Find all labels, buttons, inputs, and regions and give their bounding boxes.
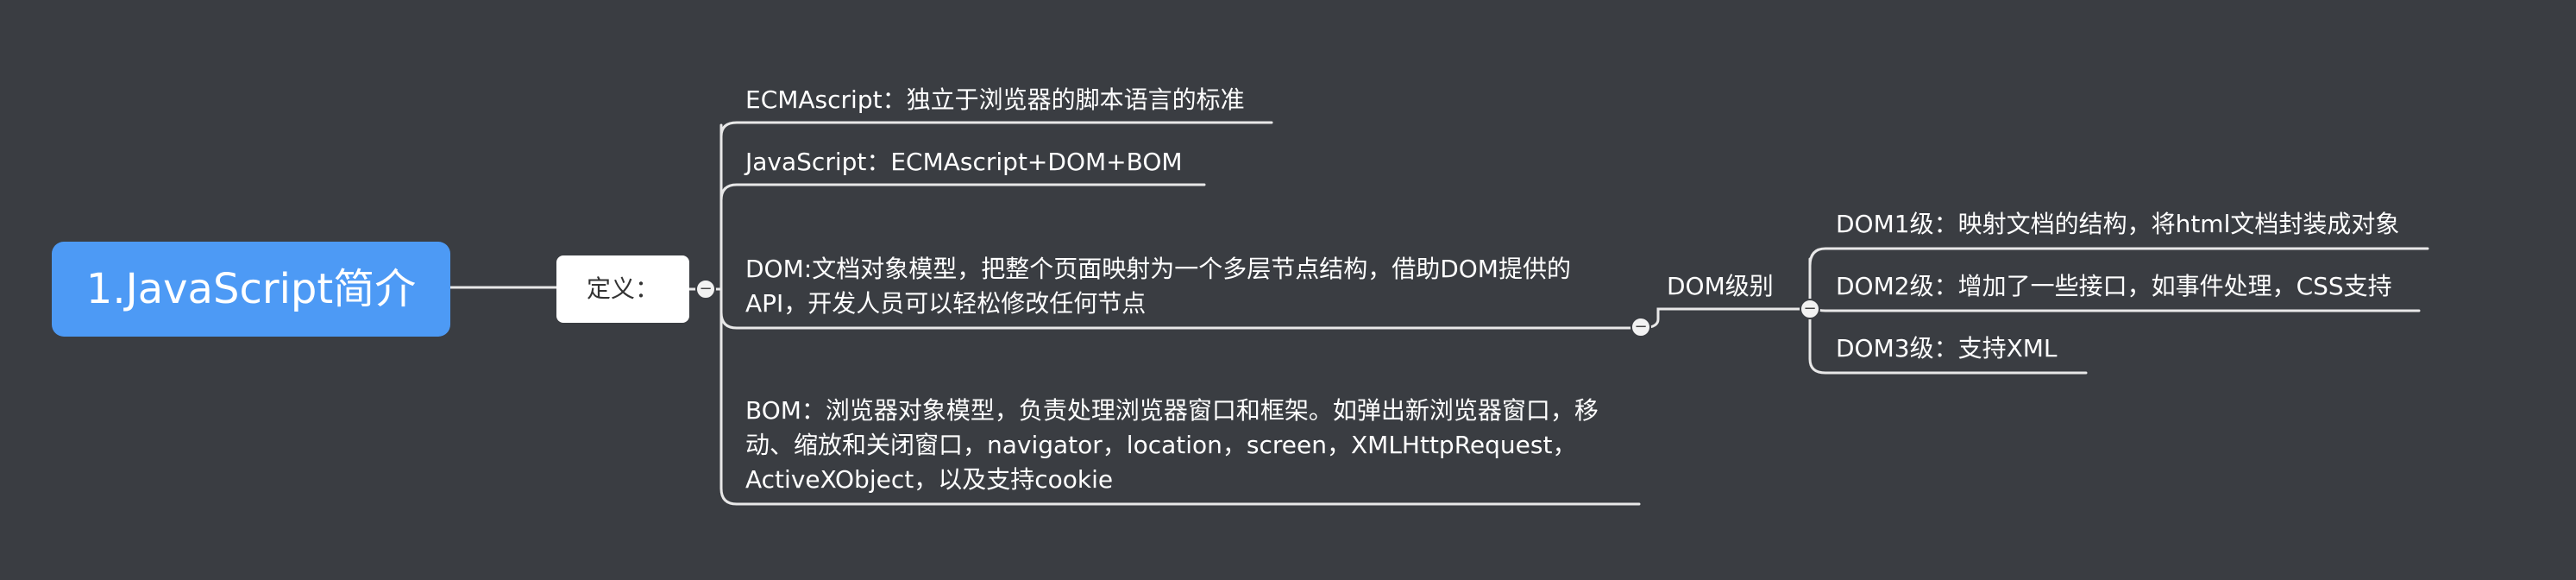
connector-level-spine bbox=[1808, 247, 2429, 268]
dom-level-3[interactable]: DOM3级：支持XML bbox=[1836, 331, 2058, 366]
connector-spine bbox=[719, 123, 738, 506]
branch-javascript[interactable]: JavaScript：ECMAscript+DOM+BOM bbox=[745, 145, 1183, 180]
dom-levels-node[interactable]: DOM级别 bbox=[1667, 269, 1774, 304]
minus-circle-icon: − bbox=[1803, 299, 1817, 318]
dom-level-2[interactable]: DOM2级：增加了一些接口，如事件处理，CSS支持 bbox=[1836, 269, 2392, 304]
minus-circle-icon: − bbox=[699, 280, 713, 298]
branch-ecmascript[interactable]: ECMAscript：独立于浏览器的脚本语言的标准 bbox=[745, 83, 1245, 117]
branch-dom[interactable]: DOM:文档对象模型，把整个页面映射为一个多层节点结构，借助DOM提供的API，… bbox=[745, 252, 1617, 321]
connector-branch-ecma bbox=[719, 121, 1273, 138]
connector-dom-levels bbox=[1639, 307, 1801, 330]
collapse-definition-button[interactable]: − bbox=[695, 279, 716, 299]
collapse-dom-button[interactable]: − bbox=[1630, 317, 1651, 337]
collapse-dom-levels-button[interactable]: − bbox=[1800, 299, 1820, 319]
branch-bom[interactable]: BOM：浏览器对象模型，负责处理浏览器窗口和框架。如弹出新浏览器窗口，移动、缩放… bbox=[745, 394, 1617, 497]
dom-level-1[interactable]: DOM1级：映射文档的结构，将html文档封装成对象 bbox=[1836, 207, 2399, 242]
connector-branch-javascript bbox=[719, 183, 1206, 202]
definition-node[interactable]: 定义： bbox=[556, 255, 689, 323]
minus-circle-icon: − bbox=[1634, 318, 1648, 336]
root-node[interactable]: 1.JavaScript简介 bbox=[52, 242, 450, 337]
